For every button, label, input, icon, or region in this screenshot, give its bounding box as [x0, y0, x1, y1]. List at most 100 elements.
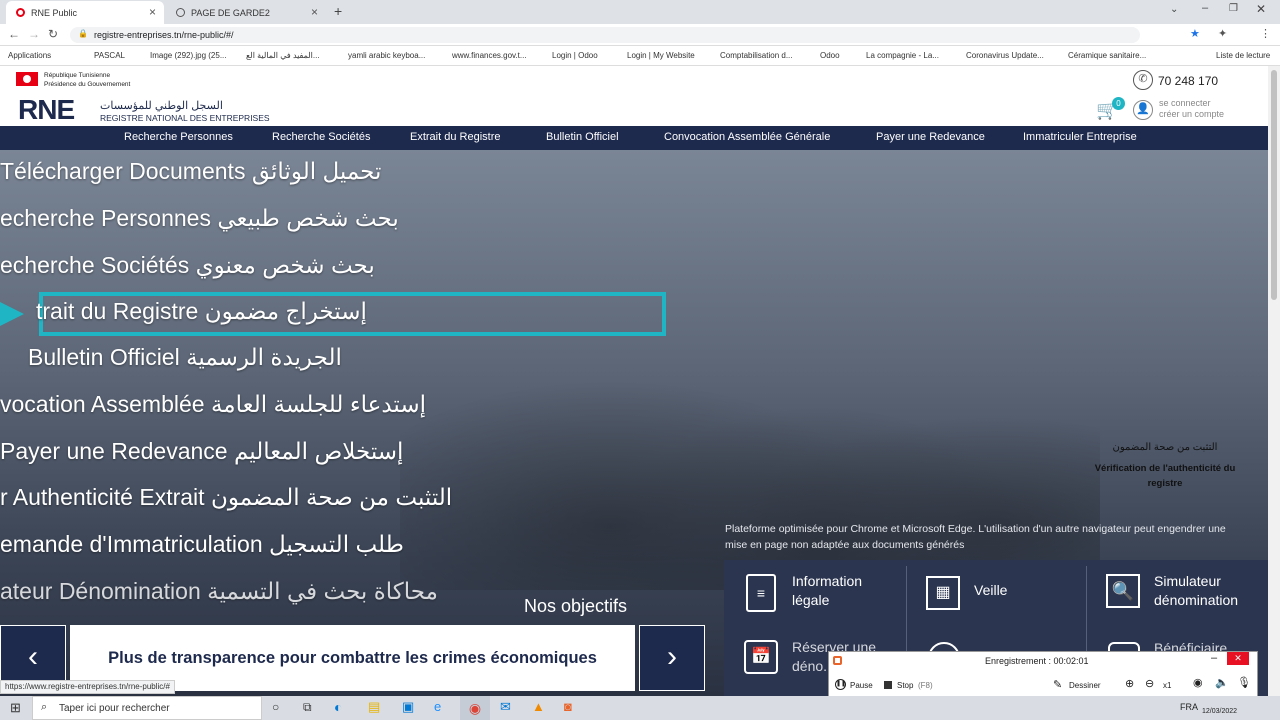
windows-start-icon[interactable]: ⊞: [10, 700, 21, 716]
site-header: République Tunisienne Présidence du Gouv…: [0, 66, 1268, 126]
address-bar-row: ← → ↻ registre-entreprises.tn/rne-public…: [0, 24, 1280, 46]
menu-telecharger[interactable]: Télécharger Documents تحميل الوثائق: [0, 158, 381, 185]
menu-bulletin-officiel[interactable]: Bulletin Officiel الجريدة الرسمية: [28, 344, 342, 371]
nav-immatriculer[interactable]: Immatriculer Entreprise: [1023, 131, 1137, 143]
webcam-icon[interactable]: ◉: [1193, 676, 1203, 689]
bookmark-item[interactable]: المفيد في المالية الع...: [246, 51, 320, 60]
service-simulateur[interactable]: Simulateur dénomination: [1154, 572, 1254, 610]
menu-recherche-societes[interactable]: echerche Sociétés بحث شخص معنوي: [0, 252, 375, 279]
verify-arabic[interactable]: التثبت من صحة المضمون: [1090, 442, 1240, 453]
maximize-icon[interactable]: ❐: [1229, 3, 1238, 14]
tab-page-de-garde[interactable]: PAGE DE GARDE2 ×: [166, 1, 326, 24]
menu-simulateur[interactable]: ateur Dénomination محاكاة بحث في التسمية: [0, 578, 438, 605]
arrow-right-icon: [0, 302, 24, 326]
mail-icon[interactable]: ✉: [500, 699, 511, 715]
logo-french: REGISTRE NATIONAL DES ENTREPRISES: [100, 113, 270, 123]
zoom-out-icon[interactable]: ⊖: [1145, 677, 1154, 690]
hero-section: Télécharger Documents تحميل الوثائق eche…: [0, 150, 1268, 696]
page-scrollbar[interactable]: [1268, 66, 1280, 696]
rne-site: République Tunisienne Présidence du Gouv…: [0, 66, 1268, 696]
microphone-icon[interactable]: 🎙: [1237, 676, 1251, 689]
menu-dots-icon[interactable]: ⋮: [1260, 27, 1271, 40]
verify-french[interactable]: Vérification de l'authenticité du regist…: [1090, 461, 1240, 491]
bookmark-item[interactable]: Coronavirus Update...: [966, 51, 1044, 60]
bookmark-item[interactable]: www.finances.gov.t...: [452, 51, 527, 60]
stop-shortcut: (F8): [918, 681, 933, 690]
menu-extrait-registre[interactable]: trait du Registre إستخراج مضمون: [36, 298, 367, 325]
draw-button[interactable]: Dessiner: [1069, 681, 1101, 690]
bookmark-item[interactable]: Applications: [8, 51, 51, 60]
bookmark-item[interactable]: Image (292).jpg (25...: [150, 51, 226, 60]
login-link[interactable]: se connecter: [1159, 98, 1211, 108]
bookmark-item[interactable]: PASCAL: [94, 51, 125, 60]
bookmark-item[interactable]: Login | Odoo: [552, 51, 598, 60]
cortana-icon[interactable]: ○: [272, 700, 279, 714]
nav-recherche-personnes[interactable]: Recherche Personnes: [124, 131, 233, 143]
star-icon[interactable]: ★: [1190, 27, 1200, 40]
store-icon[interactable]: ▣: [402, 699, 414, 715]
reading-list[interactable]: Liste de lecture: [1216, 51, 1270, 60]
extensions-icon[interactable]: ✦: [1218, 27, 1227, 40]
nav-extrait-registre[interactable]: Extrait du Registre: [410, 131, 500, 143]
url-input[interactable]: registre-entreprises.tn/rne-public/#/: [70, 27, 1140, 43]
file-explorer-icon[interactable]: ▤: [368, 699, 380, 715]
edge-icon[interactable]: ◐: [334, 699, 342, 715]
stop-icon[interactable]: [884, 681, 892, 689]
globe-icon: [176, 8, 185, 17]
browser-tab-bar: RNE Public × PAGE DE GARDE2 × + ⌄ – ❐ ✕: [0, 0, 1280, 24]
service-veille[interactable]: Veille: [974, 582, 1007, 598]
recorder-logo-icon: [833, 656, 842, 665]
reload-icon[interactable]: ↻: [48, 27, 58, 41]
recorder-taskbar-icon[interactable]: ◙: [564, 699, 572, 714]
close-tab-icon[interactable]: ×: [311, 5, 318, 19]
close-window-icon[interactable]: ✕: [1256, 2, 1266, 16]
bookmark-item[interactable]: Login | My Website: [627, 51, 695, 60]
main-nav: Recherche Personnes Recherche Sociétés E…: [0, 126, 1268, 150]
menu-convocation[interactable]: vocation Assemblée إستدعاء للجلسة العامة: [0, 391, 426, 418]
forward-icon[interactable]: →: [28, 27, 40, 41]
tab-rne-public[interactable]: RNE Public ×: [6, 1, 164, 24]
phone-number[interactable]: 70 248 170: [1158, 74, 1218, 88]
vlc-icon[interactable]: ▲: [532, 699, 545, 714]
close-tab-icon[interactable]: ×: [149, 5, 156, 19]
new-tab-icon[interactable]: +: [334, 3, 342, 19]
nav-recherche-societes[interactable]: Recherche Sociétés: [272, 131, 370, 143]
chrome-icon[interactable]: ◉: [460, 696, 490, 720]
chevron-down-icon[interactable]: ⌄: [1170, 4, 1178, 15]
language-indicator[interactable]: FRA: [1180, 702, 1198, 712]
clock-date[interactable]: 12/03/2022: [1202, 708, 1237, 715]
user-icon[interactable]: 👤: [1133, 100, 1153, 120]
task-view-icon[interactable]: ⧉: [303, 700, 312, 715]
close-recorder-icon[interactable]: ✕: [1227, 652, 1249, 665]
minimize-icon[interactable]: –: [1202, 2, 1208, 14]
minimize-recorder-icon[interactable]: –: [1211, 652, 1217, 664]
bookmark-item[interactable]: yamli arabic keyboa...: [348, 51, 425, 60]
rne-logo[interactable]: RNE: [18, 94, 75, 126]
menu-payer-redevance[interactable]: Payer une Redevance إستخلاص المعاليم: [0, 438, 403, 465]
menu-recherche-personnes[interactable]: echerche Personnes بحث شخص طبيعي: [0, 205, 399, 232]
speaker-icon[interactable]: 🔈: [1215, 676, 1229, 689]
ie-icon[interactable]: e: [434, 699, 441, 714]
nav-payer-redevance[interactable]: Payer une Redevance: [876, 131, 985, 143]
pause-icon[interactable]: ❚❚: [835, 679, 846, 690]
next-slide-button[interactable]: ›: [639, 625, 705, 691]
zoom-in-icon[interactable]: ⊕: [1125, 677, 1134, 690]
nav-convocation[interactable]: Convocation Assemblée Générale: [664, 131, 830, 143]
back-icon[interactable]: ←: [8, 27, 20, 41]
bookmark-item[interactable]: La compagnie - La...: [866, 51, 939, 60]
scrollbar-thumb[interactable]: [1271, 70, 1277, 300]
bookmark-item[interactable]: Comptabilisation d...: [720, 51, 792, 60]
signup-link[interactable]: créer un compte: [1159, 109, 1224, 119]
menu-authenticite[interactable]: r Authenticité Extrait التثبت من صحة الم…: [0, 484, 452, 511]
menu-immatriculation[interactable]: emande d'Immatriculation طلب التسجيل: [0, 531, 404, 558]
pause-button[interactable]: Pause: [850, 681, 873, 690]
stop-button[interactable]: Stop: [897, 681, 913, 690]
pencil-icon[interactable]: ✎: [1053, 678, 1062, 691]
service-information-legale[interactable]: Information légale: [792, 572, 892, 610]
bookmark-item[interactable]: Céramique sanitaire...: [1068, 51, 1146, 60]
bookmark-item[interactable]: Odoo: [820, 51, 840, 60]
windows-taskbar: ⊞ ⌕ Taper ici pour rechercher ○ ⧉ ◐ ▤ ▣ …: [0, 696, 1280, 720]
nav-bulletin-officiel[interactable]: Bulletin Officiel: [546, 131, 619, 143]
document-icon: ≡: [746, 574, 776, 612]
taskbar-search-box[interactable]: ⌕ Taper ici pour rechercher: [32, 696, 262, 720]
